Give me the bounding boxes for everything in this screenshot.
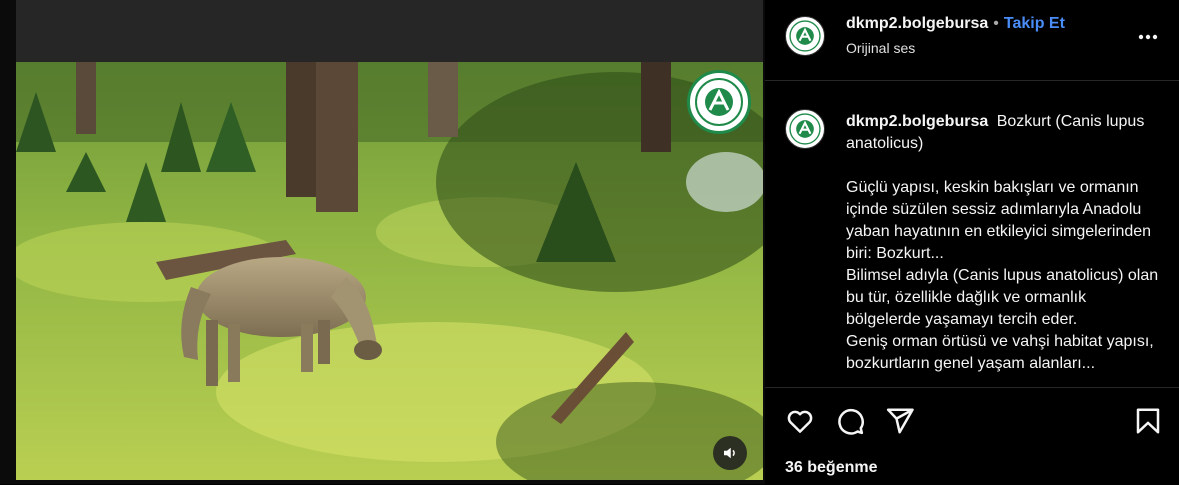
mute-button[interactable] [713,436,747,470]
heart-icon [787,410,813,433]
speaker-icon [724,447,735,459]
avatar[interactable] [785,16,825,56]
post-sidebar: dkmp2.bolgebursa • Takip Et Orijinal ses d… [765,0,1179,484]
comment-button[interactable] [835,406,865,436]
bookmark-icon [1136,408,1160,434]
like-button[interactable] [785,406,815,436]
video-frame [16,62,763,480]
likes-count[interactable]: 36 beğenme [785,459,877,477]
caption-username[interactable]: dkmp2.bolgebursa [846,113,988,130]
share-icon [886,408,914,434]
post-header: dkmp2.bolgebursa • Takip Et Orijinal ses [765,0,1179,81]
caption-line: Güçlü yapısı, keskin bakışları ve ormanı… [846,179,1152,262]
username-link[interactable]: dkmp2.bolgebursa [846,15,988,32]
separator-dot: • [993,15,999,32]
caption-area: dkmp2.bolgebursa Bozkurt (Canis lupus an… [765,81,1179,387]
save-button[interactable] [1133,406,1163,436]
media-pane [0,0,765,484]
caption-avatar[interactable] [785,109,825,149]
original-audio-link[interactable]: Orijinal ses [846,40,915,56]
media-top-bar [16,0,763,62]
share-button[interactable] [885,406,915,436]
follow-button[interactable]: Takip Et [1004,15,1065,32]
dkmp-logo-watermark [687,70,751,134]
caption-line: Bilimsel adıyla (Canis lupus anatolicus)… [846,267,1159,328]
caption-text: dkmp2.bolgebursa Bozkurt (Canis lupus an… [846,111,1164,375]
more-options-button[interactable] [1135,24,1161,50]
user-line: dkmp2.bolgebursa • Takip Et [846,15,1065,33]
action-bar: 36 beğenme [765,387,1179,485]
caption-line: Geniş orman örtüsü ve vahşi habitat yapı… [846,333,1154,372]
comment-icon [838,408,864,435]
video-player[interactable] [16,62,763,480]
more-icon [1138,34,1158,40]
